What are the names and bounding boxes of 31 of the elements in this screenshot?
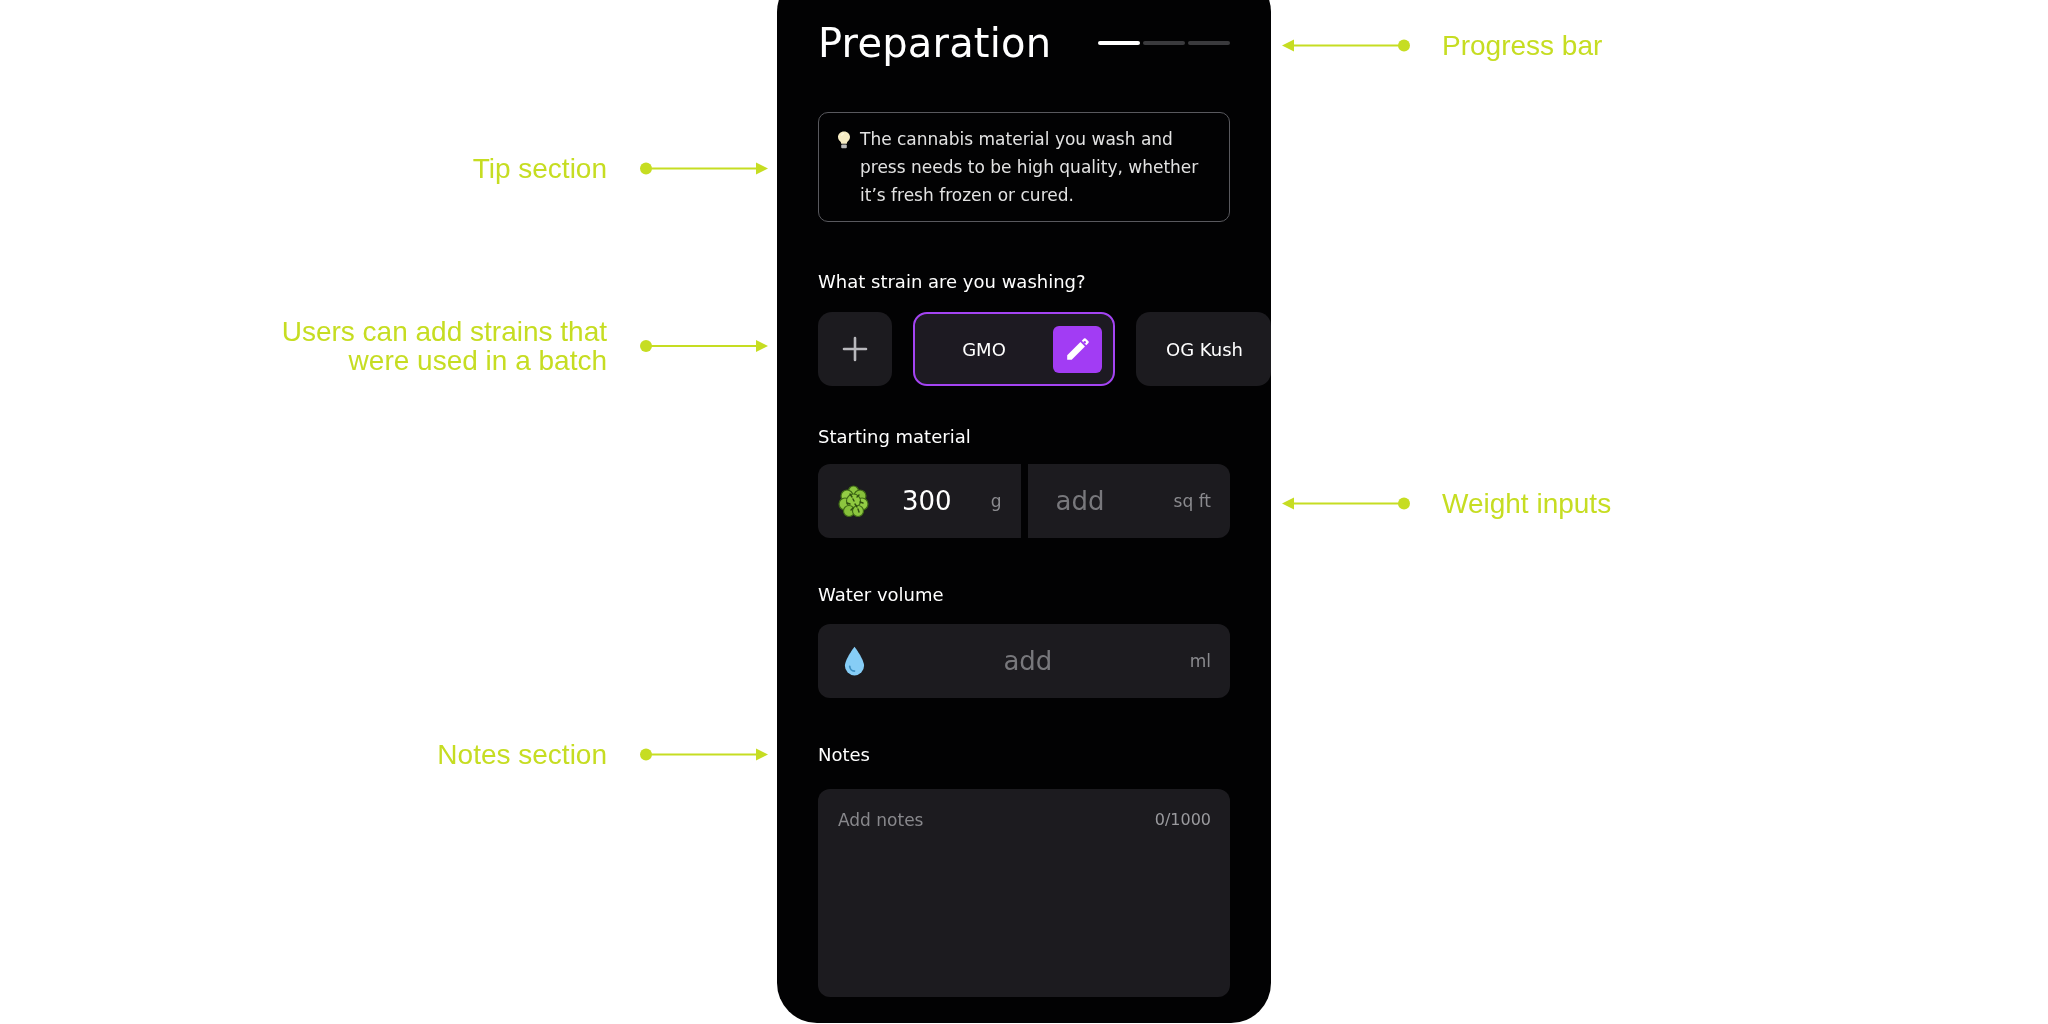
bud-icon	[838, 484, 869, 518]
unit-label: g	[990, 491, 1002, 511]
character-counter: 0/1000	[1154, 809, 1211, 831]
annotation-label: Progress bar	[1442, 30, 1603, 60]
weight-field[interactable]: 300 g	[818, 464, 1021, 538]
annotation-label: Weight inputs	[1442, 488, 1612, 518]
screen-title: Preparation	[818, 19, 1052, 68]
unit-label: ml	[1189, 651, 1211, 671]
plus-icon	[842, 336, 868, 362]
section-label: Notes	[818, 743, 871, 767]
section-label: Starting material	[818, 425, 972, 449]
weight-field[interactable]: add sq ft	[1027, 464, 1230, 538]
strain-chip[interactable]: GMO	[913, 312, 1115, 386]
weight-input[interactable]: 300	[902, 484, 991, 518]
water-field[interactable]: add ml	[818, 624, 1230, 698]
edit-button[interactable]	[1053, 325, 1102, 373]
unit-label: sq ft	[1173, 491, 1211, 511]
water-drop-icon	[843, 645, 866, 677]
section-label: Water volume	[818, 583, 945, 607]
notes-textarea[interactable]: Add notes	[838, 808, 1143, 832]
annotation-label: Notes section	[437, 739, 607, 769]
section-label: What strain are you washing?	[818, 270, 1087, 294]
annotation-label: Users can add strains that were used in a batch	[280, 317, 607, 375]
water-volume-input[interactable]: add	[866, 644, 1190, 678]
tip-text: The cannabis material you wash and press needs to be high quality, whether it’s fresh frozen or cured.	[860, 128, 1200, 207]
annotation-label: Tip section	[472, 153, 607, 183]
weight-input[interactable]: add	[1055, 484, 1174, 518]
lightbulb-icon	[837, 131, 851, 149]
notes-field[interactable]: Add notes 0/1000	[818, 789, 1230, 997]
strain-chip[interactable]: OG Kush	[1136, 312, 1271, 386]
pencil-icon	[1065, 337, 1090, 361]
